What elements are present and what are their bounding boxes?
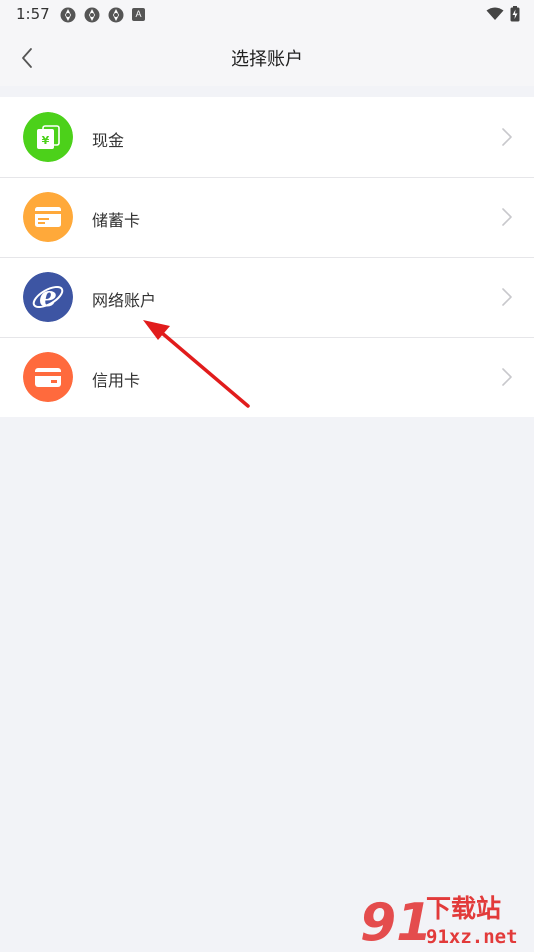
account-list: ¥ 现金 储蓄卡 e 网络账户 信用卡 [0, 97, 534, 417]
notification-badge-icon: A [132, 8, 145, 21]
chevron-right-icon [502, 128, 512, 146]
chevron-right-icon [502, 368, 512, 386]
app-notification-icon [60, 7, 76, 23]
app-notification-icon [108, 7, 124, 23]
system-status-icons [486, 6, 520, 22]
account-item-online-account[interactable]: e 网络账户 [0, 257, 534, 337]
chevron-right-icon [502, 208, 512, 226]
notification-icons: A [60, 7, 145, 23]
battery-charging-icon [510, 6, 520, 22]
account-item-savings-card[interactable]: 储蓄卡 [0, 177, 534, 257]
account-label-online-account: 网络账户 [92, 291, 157, 310]
watermark-domain-text: 91xz.net [426, 926, 518, 948]
watermark-logo-text: 91 [360, 893, 432, 948]
status-time: 1:57 [16, 5, 50, 23]
nav-bar: 选择账户 [0, 28, 534, 86]
chevron-right-icon [502, 288, 512, 306]
credit-card-icon [23, 352, 73, 402]
cash-glyph: ¥ [42, 134, 50, 147]
status-bar: 1:57 A [0, 0, 534, 28]
account-item-cash[interactable]: ¥ 现金 [0, 97, 534, 177]
account-label-savings-card: 储蓄卡 [92, 211, 141, 230]
account-label-cash: 现金 [92, 131, 125, 150]
page-title: 选择账户 [231, 49, 303, 70]
account-item-credit-card[interactable]: 信用卡 [0, 337, 534, 417]
watermark-site-text: 下载站 [426, 894, 501, 923]
app-notification-icon [84, 7, 100, 23]
account-label-credit-card: 信用卡 [92, 371, 141, 390]
internet-explorer-icon: e [23, 272, 73, 322]
savings-card-icon [23, 192, 73, 242]
wifi-icon [486, 7, 504, 20]
cash-icon: ¥ [23, 112, 73, 162]
site-watermark: 91 下载站 91xz.net [358, 890, 530, 952]
ie-glyph: e [39, 280, 57, 313]
